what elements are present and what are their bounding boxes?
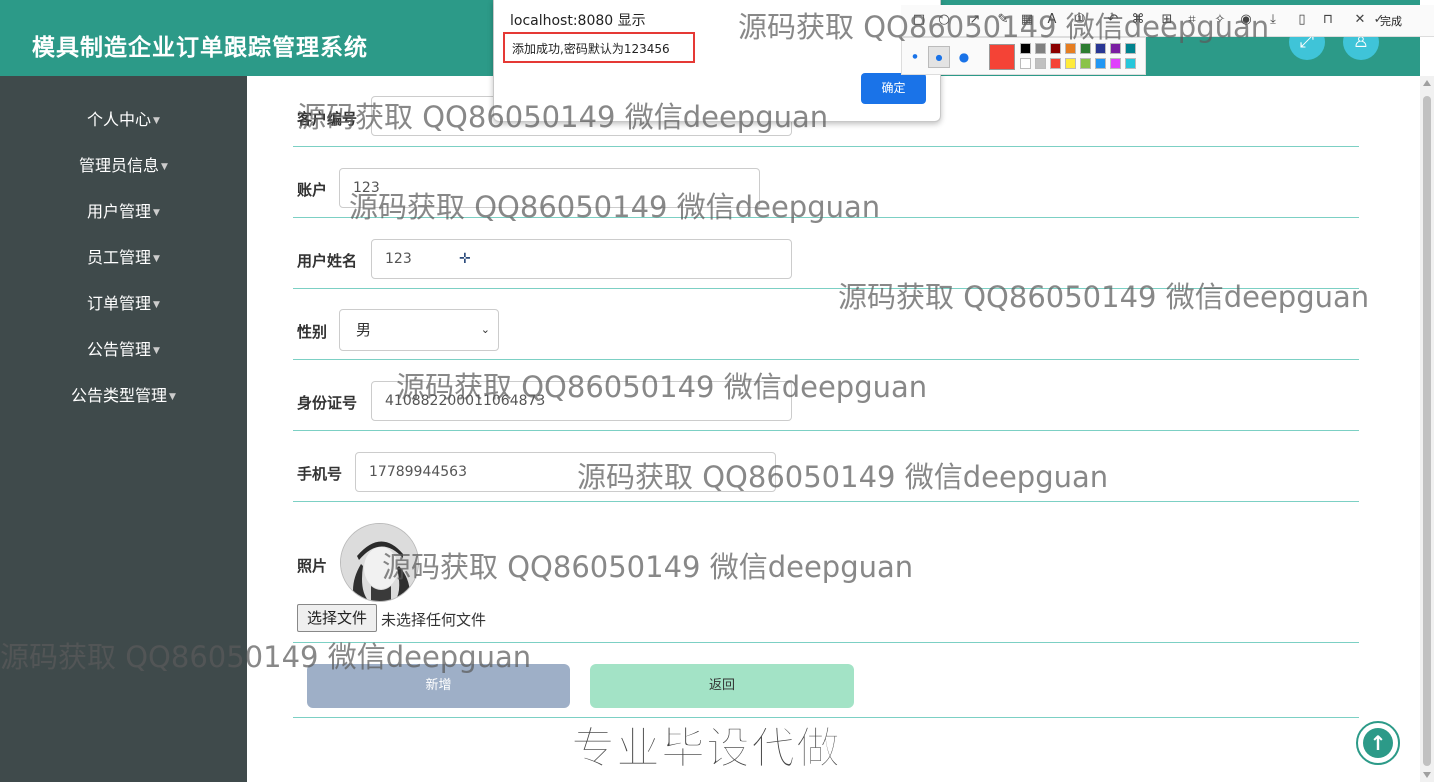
caret-down-icon: ▼ <box>153 254 160 264</box>
color-swatch[interactable] <box>1080 58 1091 69</box>
record-icon[interactable]: ◉ <box>1238 12 1254 28</box>
color-swatch[interactable] <box>1095 58 1106 69</box>
sidebar-item-notice-type-management[interactable]: 公告类型管理 ▼ <box>0 381 247 411</box>
rectangle-tool-icon[interactable]: □ <box>911 12 927 28</box>
divider <box>293 642 1359 643</box>
text-tool-icon[interactable]: A <box>1044 12 1060 28</box>
phone-input[interactable]: 17789944563 <box>355 452 776 492</box>
large-size-option[interactable]: ● <box>953 46 975 68</box>
account-input[interactable]: 123 <box>339 168 760 208</box>
bookmark-icon[interactable]: ⊓ <box>1320 12 1336 28</box>
divider <box>293 430 1359 431</box>
color-swatch[interactable] <box>1050 58 1061 69</box>
gender-select[interactable]: 男 ⌄ <box>339 309 499 351</box>
sidebar-item-staff-management[interactable]: 员工管理 ▼ <box>0 243 247 273</box>
color-swatch[interactable] <box>1065 43 1076 54</box>
user-name-label: 用户姓名 <box>297 252 358 270</box>
done-button[interactable]: 完成 <box>1380 13 1402 29</box>
phone-label: 手机号 <box>297 465 343 483</box>
back-button[interactable]: 返回 <box>590 664 854 708</box>
sidebar-item-notice-management[interactable]: 公告管理 ▼ <box>0 335 247 365</box>
color-swatch[interactable] <box>1125 58 1136 69</box>
user-name-input[interactable]: 123 <box>371 239 792 279</box>
watermark-text: 源码获取 QQ86050149 微信deepguan <box>382 550 914 584</box>
caret-down-icon: ▼ <box>153 208 160 218</box>
pin-icon[interactable]: ⌘ <box>1130 12 1146 28</box>
sidebar-item-order-management[interactable]: 订单管理 ▼ <box>0 289 247 319</box>
sidebar-item-admin-info[interactable]: 管理员信息 ▼ <box>0 151 247 181</box>
number-tool-icon[interactable]: ① <box>1072 12 1088 28</box>
ocr-icon[interactable]: ⊞ <box>1159 12 1175 28</box>
photo-label: 照片 <box>297 557 328 575</box>
chevron-down-icon: ⌄ <box>480 323 490 336</box>
promo-banner: 专业毕设代做 <box>571 723 841 775</box>
color-swatch[interactable] <box>1095 43 1106 54</box>
divider <box>293 146 1359 147</box>
ellipse-tool-icon[interactable]: ○ <box>936 12 952 28</box>
id-card-label: 身份证号 <box>297 394 358 412</box>
divider <box>293 288 1359 289</box>
gender-label: 性别 <box>297 323 328 341</box>
color-swatch[interactable] <box>1020 58 1031 69</box>
color-swatch[interactable] <box>1020 43 1031 54</box>
color-swatch[interactable] <box>1035 43 1046 54</box>
id-card-input[interactable]: 410882200011064873 <box>371 381 792 421</box>
sidebar: 个人中心 ▼ 管理员信息 ▼ 用户管理 ▼ 员工管理 ▼ 订单管理 ▼ 公告管理 ▼ 公告类… <box>0 76 247 782</box>
crop-icon[interactable]: ⌗ <box>1184 12 1200 28</box>
mosaic-tool-icon[interactable]: ▦ <box>1019 12 1035 28</box>
color-swatch[interactable] <box>1080 43 1091 54</box>
caret-down-icon: ▼ <box>153 116 160 126</box>
phone-icon[interactable]: ▯ <box>1294 12 1310 28</box>
file-status: 未选择任何文件 <box>381 611 487 629</box>
close-icon[interactable]: ✕ <box>1352 12 1368 28</box>
divider <box>293 359 1359 360</box>
color-swatch[interactable] <box>1110 43 1121 54</box>
caret-down-icon: ▼ <box>153 346 160 356</box>
back-to-top-button[interactable]: ↑ <box>1356 721 1400 765</box>
add-button[interactable]: 新增 <box>307 664 570 708</box>
account-label: 账户 <box>297 181 328 199</box>
choose-file-button[interactable]: 选择文件 <box>297 604 377 632</box>
medium-size-option[interactable]: ● <box>928 46 950 68</box>
download-icon[interactable]: ⤓ <box>1265 12 1281 28</box>
color-swatch[interactable] <box>1110 58 1121 69</box>
avatar <box>340 523 419 602</box>
crosshair-cursor-icon: ✛ <box>459 251 471 267</box>
customer-no-label: 客户编号 <box>297 110 358 128</box>
arrow-tool-icon[interactable]: ↗ <box>967 12 983 28</box>
color-swatch[interactable] <box>1050 43 1061 54</box>
page-scrollbar[interactable] <box>1420 76 1434 782</box>
caret-down-icon: ▼ <box>169 392 176 402</box>
color-swatch[interactable] <box>1065 58 1076 69</box>
small-size-option[interactable]: ● <box>904 46 926 68</box>
highlight-box: 添加成功,密码默认为123456 <box>503 32 695 63</box>
alert-dialog: localhost:8080 显示 添加成功,密码默认为123456 确定 <box>493 0 941 122</box>
undo-icon[interactable]: ↶ <box>1105 12 1121 28</box>
scroll-down-icon[interactable] <box>1423 772 1431 778</box>
ok-button[interactable]: 确定 <box>861 73 926 104</box>
magic-icon[interactable]: ✧ <box>1212 12 1228 28</box>
sidebar-item-user-management[interactable]: 用户管理 ▼ <box>0 197 247 227</box>
screenshot-toolbar: □ ○ ↗ ✎ ▦ A ① ↶ ⌘ ⊞ ⌗ ✧ ◉ ⤓ ▯ ⊓ ✕ ✓ 完成 <box>901 5 1434 37</box>
arrow-up-icon: ↑ <box>1363 728 1393 758</box>
pen-tool-icon[interactable]: ✎ <box>995 12 1011 28</box>
caret-down-icon: ▼ <box>161 162 168 172</box>
divider <box>293 217 1359 218</box>
watermark-text: 源码获取 QQ86050149 微信deepguan <box>838 280 1370 314</box>
scroll-up-icon[interactable] <box>1423 80 1431 86</box>
color-palette: ● ● ● <box>901 37 1146 75</box>
divider <box>293 501 1359 502</box>
current-color-swatch[interactable] <box>989 44 1015 70</box>
app-title: 模具制造企业订单跟踪管理系统 <box>32 35 368 61</box>
scroll-thumb[interactable] <box>1423 96 1431 766</box>
sidebar-item-personal-center[interactable]: 个人中心 ▼ <box>0 105 247 135</box>
color-swatch[interactable] <box>1035 58 1046 69</box>
color-swatch[interactable] <box>1125 43 1136 54</box>
dialog-message: 添加成功,密码默认为123456 <box>512 42 670 56</box>
dialog-origin: localhost:8080 显示 <box>510 13 646 29</box>
caret-down-icon: ▼ <box>153 300 160 310</box>
